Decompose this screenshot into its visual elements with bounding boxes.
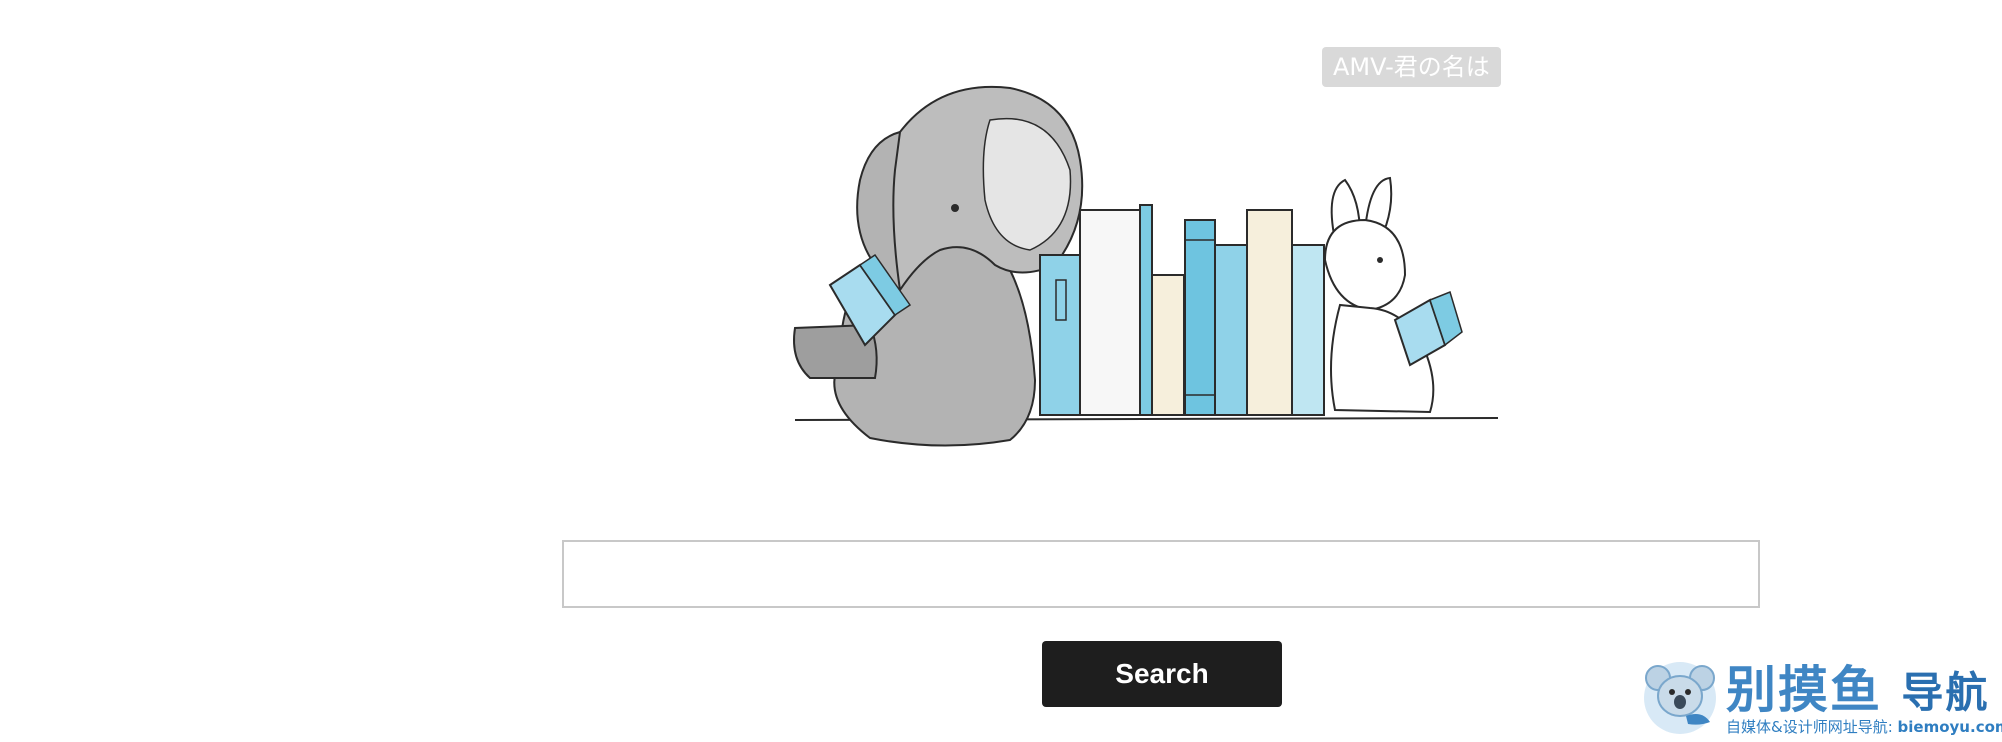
watermark-title-suffix: 导航 bbox=[1901, 668, 1990, 717]
hero-illustration bbox=[780, 60, 1520, 470]
watermark-subtitle: 自媒体&设计师网址导航: biemoyu.com bbox=[1726, 716, 2002, 737]
search-page: AMV-君の名は Search 别摸鱼 导航 自媒体&设计师网址导航: biem… bbox=[0, 0, 2002, 742]
koala-icon bbox=[1644, 662, 1716, 734]
search-button[interactable]: Search bbox=[1042, 641, 1282, 707]
watermark-subtitle-text: 自媒体&设计师网址导航: bbox=[1726, 718, 1893, 736]
watermark-domain: biemoyu.com bbox=[1897, 718, 2002, 736]
watermark-title: 别摸鱼 导航 bbox=[1726, 650, 1989, 722]
watermark-logo: 别摸鱼 导航 自媒体&设计师网址导航: biemoyu.com bbox=[1640, 650, 2002, 738]
elephant-reading-icon bbox=[793, 86, 1499, 447]
watermark-title-main: 别摸鱼 bbox=[1726, 661, 1882, 719]
search-input[interactable] bbox=[562, 540, 1760, 608]
